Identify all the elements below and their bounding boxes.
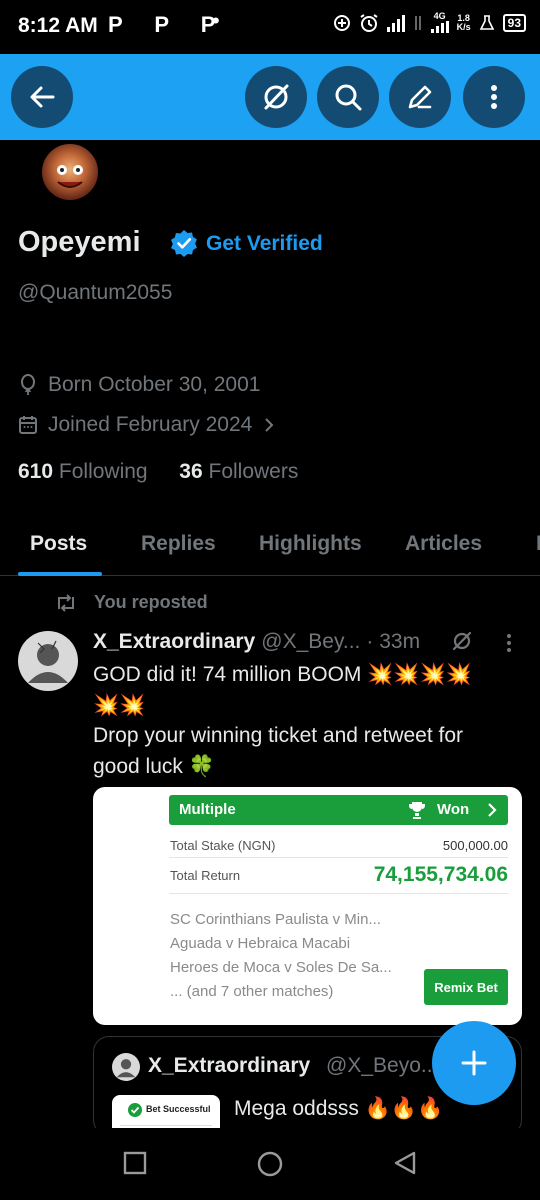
flask-icon [479,14,494,30]
more-matches: ... (and 7 other matches) [170,983,334,1000]
follow-stats: 610 Following 36 Followers [18,460,298,484]
data-saver-icon [333,14,350,31]
post-author-name[interactable]: X_Extraordinary [93,630,255,654]
edit-button[interactable] [389,66,451,128]
data-arrows-icon [414,15,421,30]
avatar-face-icon [57,165,83,188]
post-text-line-2: 💥💥 [93,693,146,717]
search-icon [335,84,362,111]
status-time: 8:12 AM [18,14,98,37]
get-verified-link[interactable]: Get Verified [206,232,323,256]
active-tab-indicator [18,572,102,576]
grok-icon [264,84,289,110]
slip-divider-2 [169,893,508,894]
followers-link[interactable]: 36 Followers [179,460,298,483]
slip-type: Multiple [179,801,236,818]
profile-header-bar [0,54,540,140]
post-author-avatar[interactable] [18,631,78,691]
following-link[interactable]: 610 Following [18,460,148,483]
system-nav-bar [0,1128,540,1200]
match-3: Heroes de Moca v Soles De Sa... [170,959,392,976]
post-image-bet-slip[interactable]: Multiple Won Total Stake (NGN) 500,000.0… [93,787,522,1025]
repost-text: You reposted [94,592,208,612]
thumb-divider [120,1125,212,1126]
return-label: Total Return [170,868,241,883]
repost-label: You reposted [54,592,208,613]
signal-icon-2 [430,21,449,33]
more-vertical-icon [491,85,497,109]
post-text-line-4: good luck 🍀 [93,754,215,778]
balloon-icon [21,374,35,395]
quoted-author-name: X_Extraordinary [148,1054,311,1077]
home-circle-icon[interactable] [256,1150,284,1178]
stake-label: Total Stake (NGN) [170,838,276,853]
post-author-line: X_Extraordinary @X_Bey... · 33m [93,630,420,654]
profile-handle: @Quantum2055 [18,281,173,304]
signal-icon [386,14,405,32]
birthday-text: Born October 30, 2001 [48,373,261,396]
verified-badge-icon[interactable] [170,229,198,257]
stake-value: 500,000.00 [442,838,508,853]
compose-fab-button[interactable] [432,1021,516,1105]
repost-icon [58,593,74,612]
return-value: 74,155,734.06 [373,863,508,886]
post-text-line-1: GOD did it! 74 million BOOM 💥💥💥💥 [93,663,472,686]
following-label: Following [58,460,148,483]
birthday-row: Born October 30, 2001 [18,373,260,397]
alarm-icon [360,13,378,32]
post-text: GOD did it! 74 million BOOM 💥💥💥💥 💥💥 Drop… [93,660,518,782]
remix-bet-button: Remix Bet [424,969,508,1005]
followers-label: Followers [208,460,299,483]
followers-count: 36 [179,460,203,483]
tab-articles[interactable]: Articles [405,532,482,556]
quoted-text: Mega oddsss 🔥🔥🔥 [234,1097,444,1120]
tab-posts[interactable]: Posts [30,532,87,556]
post-text-line-3: Drop your winning ticket and retweet for [93,724,464,747]
slip-status: Won [437,801,470,818]
tab-media[interactable]: M [536,532,540,556]
grok-button[interactable] [245,66,307,128]
status-bar: 8:12 AM P P P • 4G 1.8 K/s 93 [0,0,540,54]
following-count: 610 [18,460,54,483]
joined-text: Joined February 2024 [48,413,253,436]
post-more-icon[interactable] [503,632,515,654]
slip-chevron-icon [488,803,497,817]
tab-replies[interactable]: Replies [141,532,216,556]
slip-header: Multiple Won [169,795,508,825]
profile-tabs: Posts Replies Highlights Articles M [0,520,540,576]
quoted-thumb-label: Bet Successful [146,1104,211,1114]
back-button[interactable] [11,66,73,128]
notification-dot: • [212,8,220,33]
notification-app-icons: P P P [108,12,229,37]
calendar-icon [19,416,37,434]
network-type: 4G [433,11,446,21]
default-avatar-icon [28,640,68,683]
profile-avatar[interactable] [40,142,100,202]
chevron-right-icon [265,418,274,432]
check-circle-icon [128,1103,142,1117]
default-avatar-icon-small [116,1059,136,1078]
more-options-button[interactable] [463,66,525,128]
back-triangle-icon[interactable] [393,1150,417,1176]
profile-name: Opeyemi [18,226,141,258]
match-2: Aguada v Hebraica Macabi [170,935,351,952]
battery-indicator: 93 [502,13,526,32]
search-button[interactable] [317,66,379,128]
quoted-author-handle: @X_Beyo... [326,1054,439,1077]
trophy-icon [409,802,425,819]
net-speed-unit: K/s [456,21,471,32]
tab-highlights[interactable]: Highlights [259,532,362,556]
grok-post-icon[interactable] [451,630,473,652]
quoted-author-avatar [112,1053,140,1081]
slip-divider [169,857,508,858]
joined-row[interactable]: Joined February 2024 [18,413,276,437]
post-time: · 33m [366,630,421,653]
post-author-handle[interactable]: @X_Bey... [261,630,360,654]
pencil-icon [408,85,432,109]
match-1: SC Corinthians Paulista v Min... [170,911,381,928]
back-arrow-icon [30,86,55,108]
plus-icon [461,1050,487,1076]
status-icons: 4G 1.8 K/s 93 [333,12,526,33]
recents-square-icon[interactable] [123,1151,147,1175]
